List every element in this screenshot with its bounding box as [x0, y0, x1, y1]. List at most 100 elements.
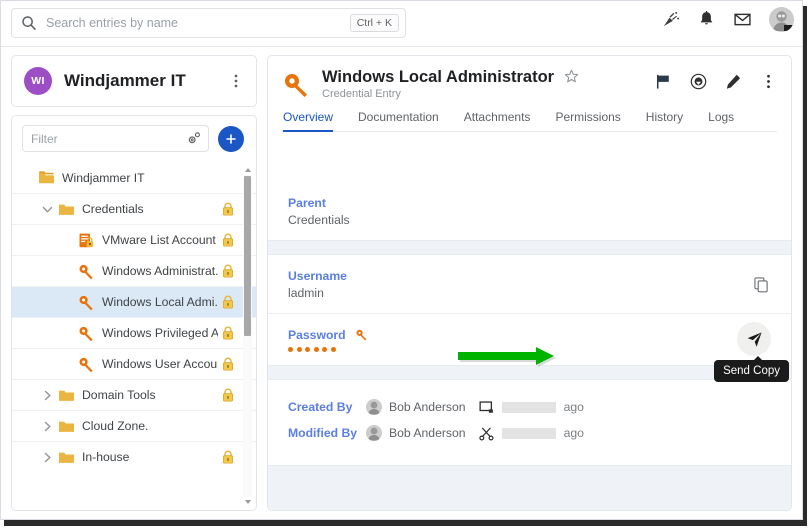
metadata-row-created: Created By Bob Anderson ago: [288, 394, 791, 420]
avatar: [366, 399, 382, 415]
password-dot: [330, 347, 336, 352]
lock-icon: [222, 295, 233, 309]
tree-scrollbar[interactable]: [243, 166, 252, 506]
organization-card[interactable]: WI Windjammer IT: [11, 55, 257, 107]
lock-icon: [222, 233, 233, 247]
detail-footer-band: [268, 465, 791, 510]
top-bar: Ctrl + K: [1, 1, 802, 47]
redacted-timestamp: [501, 427, 556, 439]
redacted-timestamp: [501, 401, 556, 413]
password-dot: [305, 347, 310, 352]
lock-icon: [222, 264, 233, 278]
gear-icon[interactable]: [186, 131, 201, 146]
entry-type-subtitle: Credential Entry: [322, 88, 401, 100]
tree-item-in-house[interactable]: In-house: [12, 441, 256, 472]
tree-item-windows-user-account[interactable]: Windows User Account: [12, 348, 256, 379]
folder-icon: [59, 421, 74, 432]
detail-tabs: Overview Documentation Attachments Permissi…: [282, 110, 777, 132]
tree-item-domain-tools[interactable]: Domain Tools: [12, 379, 256, 410]
kebab-menu-icon[interactable]: [228, 73, 244, 89]
annotation-arrow: [458, 347, 556, 367]
metadata-user: Bob Anderson: [389, 400, 466, 414]
filter-row: [12, 116, 256, 161]
lock-icon: [222, 388, 233, 402]
key-icon: [79, 295, 93, 310]
organization-name: Windjammer IT: [64, 71, 186, 90]
tab-attachments[interactable]: Attachments: [464, 110, 531, 131]
tab-permissions[interactable]: Permissions: [555, 110, 620, 131]
tab-history[interactable]: History: [646, 110, 683, 131]
copy-icon[interactable]: [754, 277, 769, 293]
field-value: Credentials: [288, 213, 350, 227]
vmware-list-icon: [79, 233, 94, 247]
lock-icon: [222, 326, 233, 340]
tab-overview[interactable]: Overview: [283, 110, 334, 132]
chevron-right-icon[interactable]: [42, 452, 53, 463]
chevron-right-icon[interactable]: [42, 390, 53, 401]
edit-pencil-icon[interactable]: [725, 73, 742, 90]
field-parent: Parent Credentials: [268, 182, 791, 240]
tree-item-label: VMware List Account: [102, 233, 216, 247]
tree-item-label: Domain Tools: [82, 388, 156, 402]
send-copy-control: Send Copy: [714, 322, 789, 382]
tree-item-windjammer-it[interactable]: Windjammer IT: [12, 162, 256, 193]
detail-header: Windows Local Administrator Credential E…: [268, 56, 791, 132]
flag-icon[interactable]: [655, 73, 672, 90]
bell-icon[interactable]: [697, 10, 716, 29]
tooltip-send-copy: Send Copy: [714, 356, 789, 382]
entry-tree: Windjammer IT Credentials VMware List Acco…: [12, 162, 256, 510]
field-value: ladmin: [288, 286, 324, 300]
send-copy-button[interactable]: [737, 322, 771, 356]
section-divider: [268, 240, 791, 255]
add-entry-button[interactable]: [218, 125, 244, 152]
organization-avatar: WI: [24, 67, 52, 95]
scroll-up-arrow-icon[interactable]: [244, 166, 252, 174]
tree-item-label: Windows User Account: [102, 357, 218, 371]
tree-item-windows-administrat[interactable]: Windows Administrat...: [12, 255, 256, 286]
entry-tree-panel: Windjammer IT Credentials VMware List Acco…: [11, 115, 257, 511]
tree-item-cloud-zone[interactable]: Cloud Zone.: [12, 410, 256, 441]
avatar: [366, 425, 382, 441]
plus-icon: [226, 133, 236, 144]
field-label: Parent: [288, 196, 326, 210]
tab-documentation[interactable]: Documentation: [358, 110, 439, 131]
tab-logs[interactable]: Logs: [708, 110, 734, 131]
top-icon-group: [661, 7, 794, 32]
key-icon: [79, 264, 93, 279]
metadata-row-modified: Modified By Bob Anderson ago: [288, 420, 791, 446]
chevron-down-icon[interactable]: [42, 204, 53, 215]
filter-input[interactable]: [31, 131, 186, 146]
filter-field[interactable]: [22, 125, 209, 152]
refresh-icon[interactable]: [254, 131, 257, 147]
avatar-image: [366, 425, 382, 441]
global-search[interactable]: Ctrl + K: [11, 8, 406, 38]
monitor-icon: [479, 400, 493, 413]
announcement-icon[interactable]: [661, 10, 680, 29]
search-input[interactable]: [46, 16, 350, 30]
scrollbar-thumb[interactable]: [244, 176, 251, 336]
password-dot: [288, 347, 293, 352]
envelope-icon[interactable]: [733, 10, 752, 29]
password-dot: [296, 347, 302, 352]
tree-item-windows-local-admi[interactable]: Windows Local Admi...: [12, 286, 256, 317]
metadata-label: Created By: [288, 400, 353, 414]
star-outline-icon[interactable]: [564, 69, 579, 84]
password-label-text: Password: [288, 328, 346, 342]
chevron-right-icon[interactable]: [42, 421, 53, 432]
tree-item-label: Windows Privileged A...: [102, 326, 218, 340]
tree-item-vmware-list-account[interactable]: VMware List Account: [12, 224, 256, 255]
tree-item-credentials[interactable]: Credentials: [12, 193, 256, 224]
scroll-down-arrow-icon[interactable]: [244, 498, 252, 506]
tree-item-windows-privileged-a[interactable]: Windows Privileged A...: [12, 317, 256, 348]
avatar-image: [769, 7, 794, 32]
user-avatar[interactable]: [769, 7, 794, 32]
kebab-menu-icon[interactable]: [760, 73, 777, 90]
lock-icon: [222, 357, 233, 371]
record-icon[interactable]: [690, 73, 707, 90]
folder-icon: [59, 452, 74, 463]
